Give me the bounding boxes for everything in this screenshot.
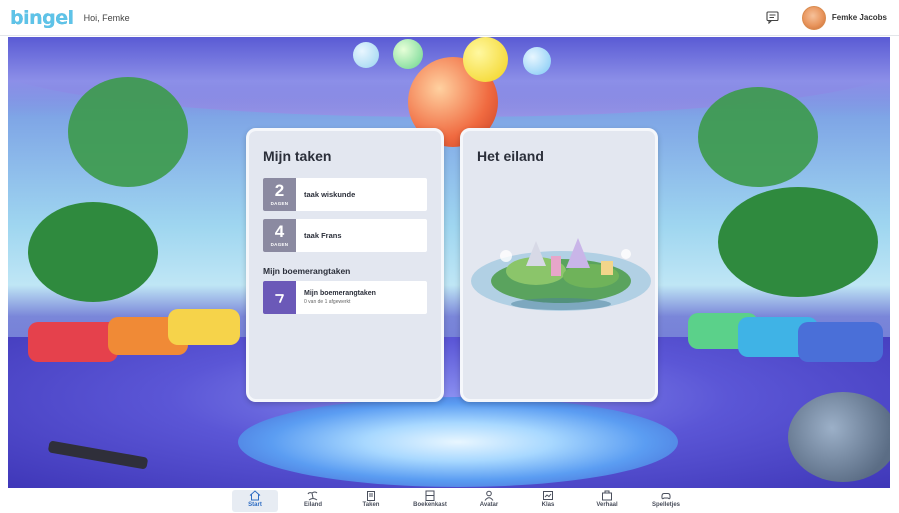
story-icon: [602, 490, 612, 501]
ball-decoration: [523, 47, 551, 75]
tree-left: [68, 77, 188, 187]
task-label: taak Frans: [304, 231, 342, 240]
nav-eiland[interactable]: Eiland: [290, 490, 336, 512]
ball-decoration: [393, 39, 423, 69]
home-icon: [249, 490, 261, 501]
days-badge: 2 DAGEN: [263, 178, 296, 211]
task-item[interactable]: 2 DAGEN taak wiskunde: [263, 178, 427, 211]
task-item[interactable]: 4 DAGEN taak Frans: [263, 219, 427, 252]
bookcase-icon: [425, 490, 435, 501]
tree-right: [698, 87, 818, 187]
nav-klas[interactable]: Klas: [525, 490, 571, 512]
class-icon: [543, 491, 553, 500]
top-bar: bingel Hoi, Femke Femke Jacobs: [0, 0, 899, 36]
task-label: taak wiskunde: [304, 190, 356, 199]
cushion: [28, 322, 118, 362]
nav-boekenkast[interactable]: Boekenkast: [407, 490, 453, 512]
island-card[interactable]: Het eiland: [460, 128, 658, 402]
avatar[interactable]: [801, 5, 826, 30]
tasks-card-title: Mijn taken: [263, 148, 332, 164]
ball-decoration: [463, 37, 508, 82]
boomerang-section-title: Mijn boemerangtaken: [263, 266, 351, 276]
island-card-title: Het eiland: [477, 148, 544, 164]
ball-decoration: [353, 42, 379, 68]
nav-avatar[interactable]: Avatar: [466, 490, 512, 512]
island-illustration[interactable]: [466, 226, 656, 326]
bottom-navigation: Start Eiland Taken Boekenkast Avatar Kla…: [0, 488, 899, 513]
tasks-card: Mijn taken 2 DAGEN taak wiskunde 4 DAGEN…: [246, 128, 444, 402]
bush-left: [28, 202, 158, 302]
days-badge: 4 DAGEN: [263, 219, 296, 252]
user-name[interactable]: Femke Jacobs: [832, 13, 887, 22]
nav-verhaal[interactable]: Verhaal: [584, 490, 630, 512]
greeting: Hoi, Femke: [83, 12, 130, 23]
message-icon[interactable]: [764, 9, 782, 27]
tasks-icon: [367, 491, 375, 501]
avatar-icon: [484, 490, 494, 501]
bush-right: [718, 187, 878, 297]
boomerang-task-item[interactable]: Mijn boemerangtaken 0 van de 1 afgewerkt: [263, 281, 427, 314]
nav-taken[interactable]: Taken: [348, 490, 394, 512]
nav-start[interactable]: Start: [232, 490, 278, 512]
games-icon: [661, 493, 671, 500]
boomerang-progress: 0 van de 1 afgewerkt: [304, 299, 351, 305]
island-icon: [307, 491, 318, 501]
glowing-rug: [238, 397, 678, 487]
cushion: [168, 309, 240, 345]
boomerang-title: Mijn boemerangtaken: [304, 290, 376, 297]
nav-spelletjes[interactable]: Spelletjes: [643, 490, 689, 512]
bingel-logo[interactable]: bingel: [10, 6, 74, 30]
cushion: [798, 322, 883, 362]
boomerang-icon: [263, 281, 296, 314]
vacuum-cleaner: [788, 392, 890, 482]
room-scene: Mijn taken 2 DAGEN taak wiskunde 4 DAGEN…: [8, 37, 890, 488]
